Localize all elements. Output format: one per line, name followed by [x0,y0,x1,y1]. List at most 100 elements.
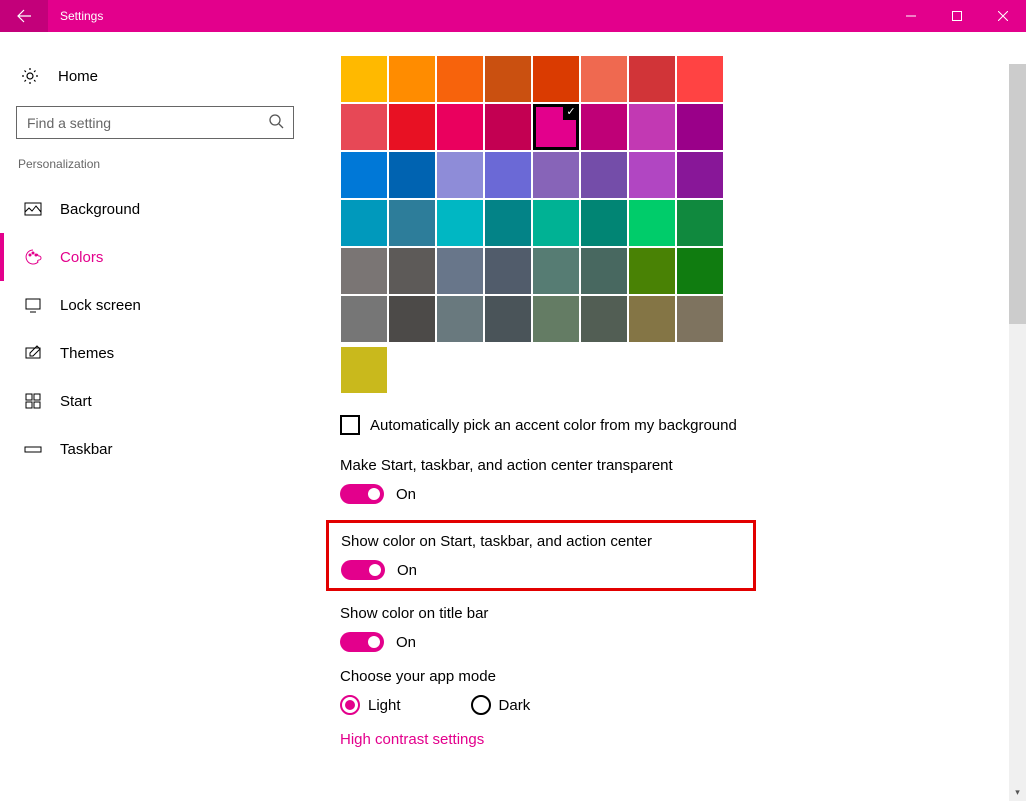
left-panel: Home Personalization Background Colors L… [0,32,310,801]
nav-label: Colors [60,249,103,266]
color-swatch[interactable] [677,296,723,342]
app-mode-setting: Choose your app mode Light Dark [340,668,1026,715]
maximize-button[interactable] [934,0,980,32]
maximize-icon [952,11,962,21]
color-swatch[interactable] [485,104,531,150]
search-input[interactable] [16,106,294,139]
color-swatch[interactable] [341,296,387,342]
color-swatch[interactable] [533,296,579,342]
color-swatch[interactable] [437,200,483,246]
color-swatch[interactable] [485,248,531,294]
transparent-label: Make Start, taskbar, and action center t… [340,457,1026,474]
content: Home Personalization Background Colors L… [0,32,1026,801]
color-swatch[interactable] [581,152,627,198]
app-mode-light[interactable]: Light [340,695,401,715]
color-swatch[interactable] [533,200,579,246]
nav-item-lock-screen[interactable]: Lock screen [0,281,294,329]
scrollbar[interactable]: ▾ [1009,64,1026,801]
minimize-icon [906,11,916,21]
back-button[interactable] [0,0,48,32]
color-swatch[interactable] [389,200,435,246]
color-swatch[interactable] [677,200,723,246]
color-swatch[interactable] [389,296,435,342]
nav-label: Themes [60,345,114,362]
color-swatch[interactable] [389,104,435,150]
show-start-state: On [397,562,417,579]
color-swatch[interactable] [389,152,435,198]
color-swatch[interactable] [533,104,579,150]
arrow-left-icon [16,8,32,24]
show-title-toggle[interactable]: On [340,632,1026,652]
nav-item-taskbar[interactable]: Taskbar [0,425,294,473]
color-swatch[interactable] [581,104,627,150]
color-swatch[interactable] [533,56,579,102]
color-swatch[interactable] [437,56,483,102]
color-swatch[interactable] [629,296,675,342]
color-grid [340,55,724,343]
color-swatch[interactable] [485,200,531,246]
color-swatch[interactable] [533,152,579,198]
category-label: Personalization [18,157,294,171]
high-contrast-link[interactable]: High contrast settings [340,731,1026,748]
gear-icon [20,66,40,86]
color-swatch[interactable] [581,296,627,342]
window-title: Settings [48,9,888,23]
color-swatch[interactable] [389,56,435,102]
nav-label: Background [60,201,140,218]
color-swatch[interactable] [389,248,435,294]
nav-label: Start [60,393,92,410]
color-swatch[interactable] [341,200,387,246]
themes-icon [24,344,42,362]
app-mode-dark[interactable]: Dark [471,695,531,715]
start-icon [24,392,42,410]
nav-item-start[interactable]: Start [0,377,294,425]
color-swatch[interactable] [677,248,723,294]
color-swatch[interactable] [629,200,675,246]
nav-label: Taskbar [60,441,113,458]
color-swatch[interactable] [485,296,531,342]
color-swatch[interactable] [437,152,483,198]
color-swatch[interactable] [629,56,675,102]
color-swatch[interactable] [341,152,387,198]
home-label: Home [58,68,98,85]
scrollbar-thumb[interactable] [1009,64,1026,324]
auto-pick-label: Automatically pick an accent color from … [370,417,737,434]
extra-color-swatch[interactable] [341,347,387,393]
nav-item-colors[interactable]: Colors [0,233,294,281]
lock-screen-icon [24,296,42,314]
auto-pick-checkbox[interactable] [340,415,360,435]
color-swatch[interactable] [581,56,627,102]
color-swatch[interactable] [485,152,531,198]
search-icon [268,113,284,134]
color-swatch[interactable] [629,152,675,198]
color-swatch[interactable] [677,56,723,102]
color-swatch[interactable] [341,56,387,102]
color-swatch[interactable] [581,200,627,246]
color-swatch[interactable] [629,104,675,150]
nav-label: Lock screen [60,297,141,314]
nav-item-background[interactable]: Background [0,185,294,233]
close-icon [998,11,1008,21]
transparent-setting: Make Start, taskbar, and action center t… [340,457,1026,504]
show-title-state: On [396,634,416,651]
color-swatch[interactable] [485,56,531,102]
transparent-toggle[interactable]: On [340,484,1026,504]
color-swatch[interactable] [629,248,675,294]
color-swatch[interactable] [581,248,627,294]
color-swatch[interactable] [437,248,483,294]
color-swatch[interactable] [437,296,483,342]
show-start-toggle[interactable]: On [341,560,741,580]
window-controls [888,0,1026,32]
color-swatch[interactable] [341,104,387,150]
color-swatch[interactable] [341,248,387,294]
color-swatch[interactable] [677,104,723,150]
color-swatch[interactable] [533,248,579,294]
close-button[interactable] [980,0,1026,32]
radio-label-light: Light [368,697,401,714]
color-swatch[interactable] [677,152,723,198]
scrollbar-down[interactable]: ▾ [1009,784,1026,801]
nav-item-themes[interactable]: Themes [0,329,294,377]
minimize-button[interactable] [888,0,934,32]
color-swatch[interactable] [437,104,483,150]
home-link[interactable]: Home [16,56,294,96]
